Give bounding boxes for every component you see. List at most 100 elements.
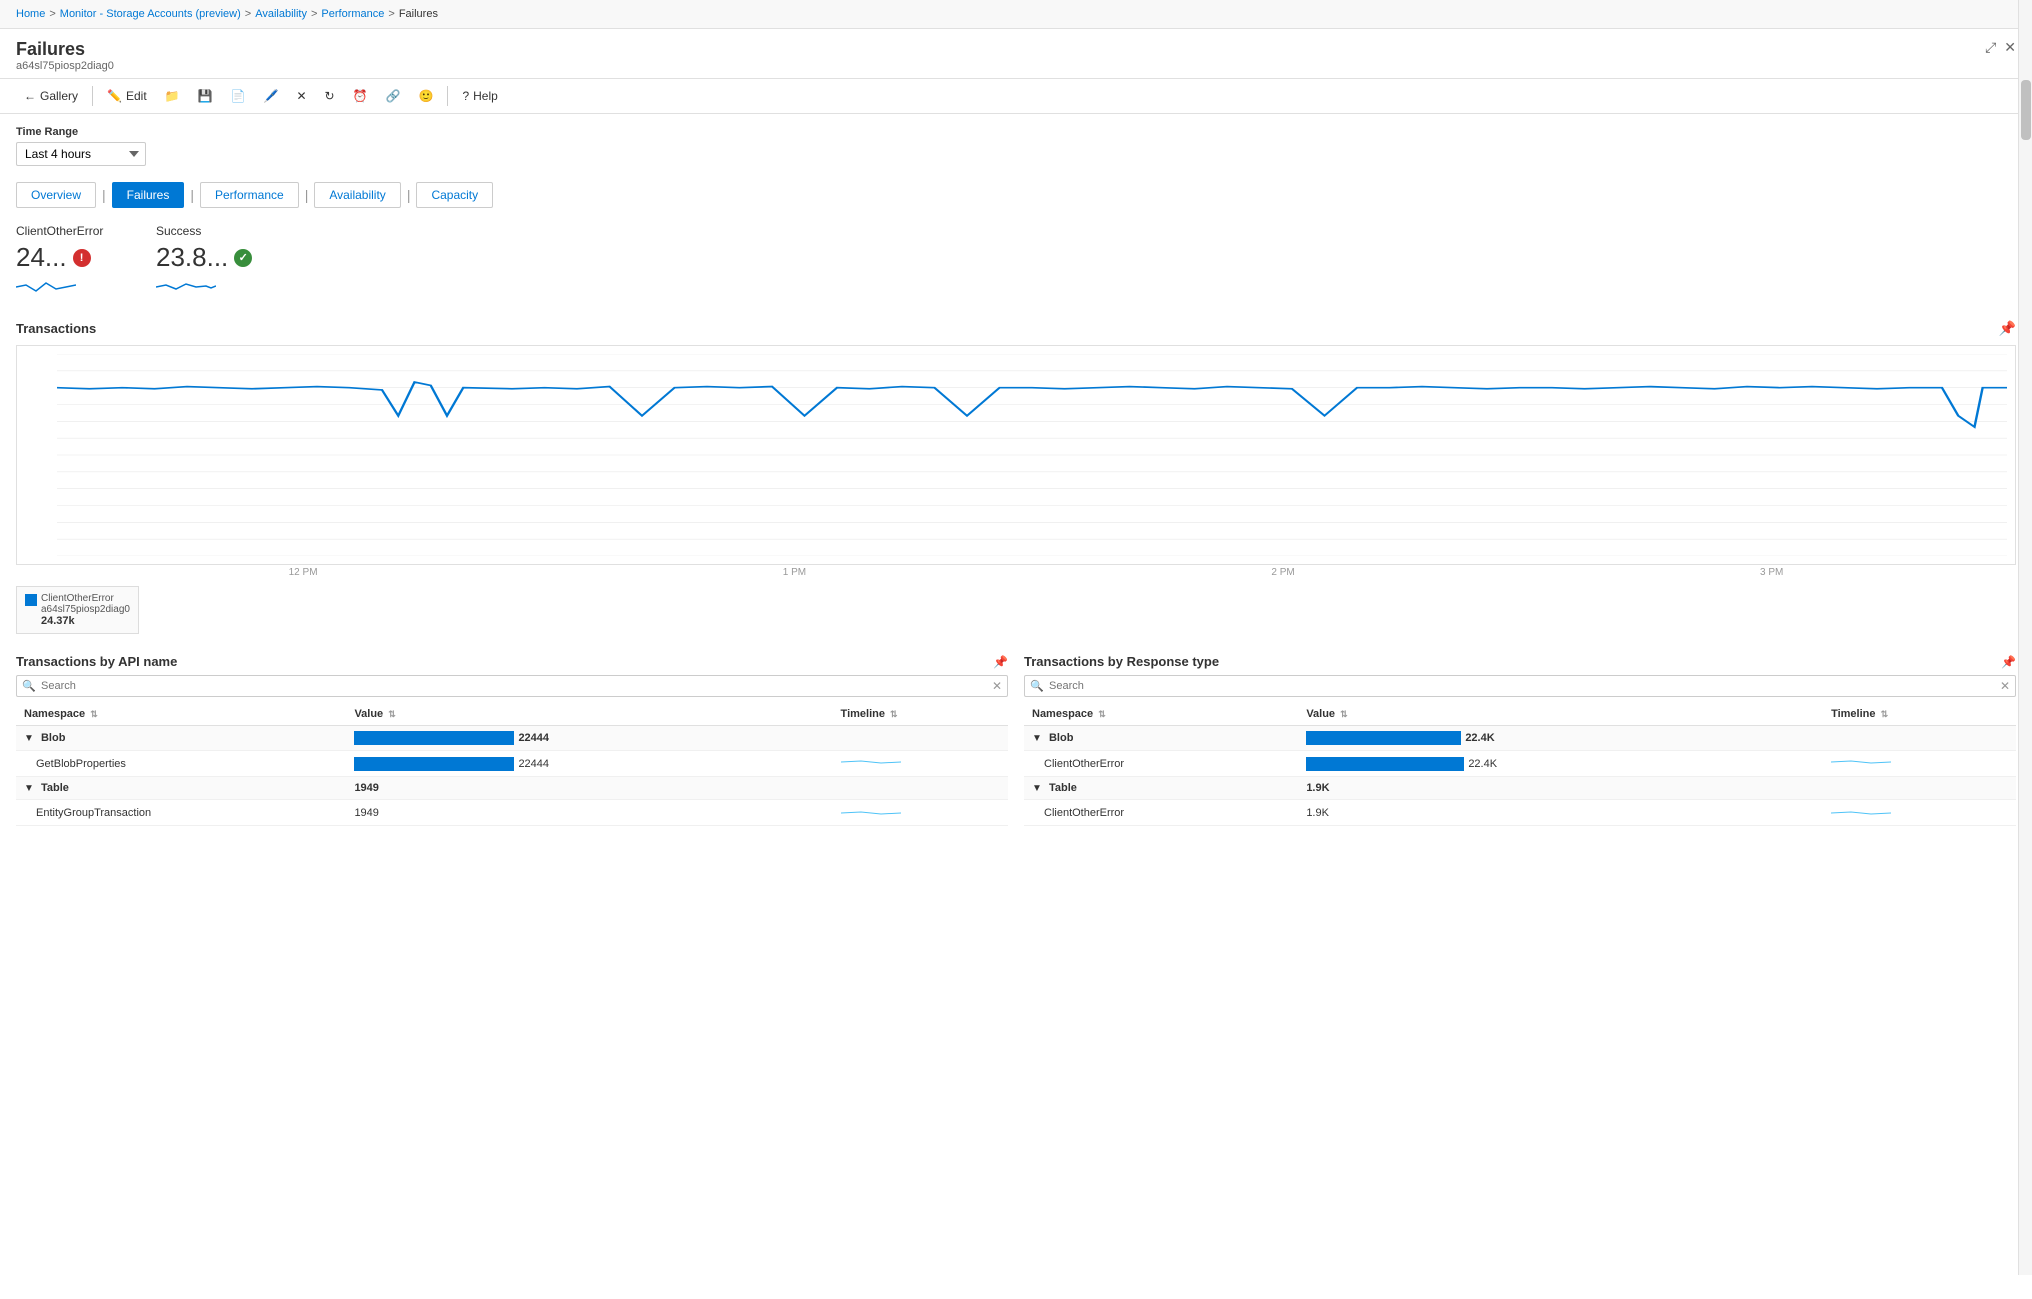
- search-icon: 🔍: [22, 680, 36, 693]
- expand-icon-table[interactable]: ▼: [24, 783, 34, 794]
- time-range-section: Time Range Last 1 hour Last 4 hours Last…: [16, 126, 2016, 166]
- bar-getblob: 22444: [354, 757, 824, 771]
- legend-sub: a64sl75piosp2diag0: [41, 604, 130, 615]
- bottom-tables: Transactions by API name 📌 🔍 ✕ Namespace…: [16, 654, 2016, 826]
- chart-pin-icon[interactable]: 📌: [1999, 320, 2016, 337]
- expand-icon-table-resp[interactable]: ▼: [1032, 783, 1042, 794]
- page-subtitle: a64sl75piosp2diag0: [16, 60, 114, 72]
- tab-performance[interactable]: Performance: [200, 182, 299, 208]
- col-value-resp[interactable]: Value ⇅: [1298, 703, 1823, 726]
- expand-icon-blob[interactable]: ▼: [24, 733, 34, 744]
- save-button[interactable]: 💾: [190, 85, 221, 107]
- bar-fill-blob: [354, 731, 514, 745]
- table-api-search-input[interactable]: [16, 675, 1008, 697]
- help-button[interactable]: ? Help: [454, 85, 505, 107]
- col-timeline-resp[interactable]: Timeline ⇅: [1823, 703, 2016, 726]
- table-row: EntityGroupTransaction 1949: [16, 800, 1008, 826]
- toolbar-separator2: [447, 86, 448, 106]
- gallery-button[interactable]: ← Gallery: [16, 85, 86, 107]
- chart-header: Transactions 📌: [16, 320, 2016, 337]
- tab-availability[interactable]: Availability: [314, 182, 400, 208]
- refresh-button[interactable]: ↻: [317, 85, 343, 107]
- refresh-icon: ↻: [325, 89, 335, 103]
- sparkline-error: [16, 277, 116, 300]
- x-label-1pm: 1 PM: [783, 567, 806, 578]
- saveas-button[interactable]: 📄: [223, 85, 254, 107]
- autorefresh-icon: ⏰: [353, 89, 368, 103]
- table-row: ▼ Table 1.9K: [1024, 777, 2016, 800]
- col-timeline[interactable]: Timeline ⇅: [833, 703, 1008, 726]
- sparkline-success-svg: [156, 277, 216, 297]
- pencil-button[interactable]: 🖊️: [256, 85, 287, 107]
- breadcrumb-performance[interactable]: Performance: [321, 8, 384, 20]
- col-namespace[interactable]: Namespace ⇅: [16, 703, 346, 726]
- table-row: ▼ Blob 22.4K: [1024, 726, 2016, 751]
- table-response-section: Transactions by Response type 📌 🔍 ✕ Name…: [1024, 654, 2016, 826]
- toolbar: ← Gallery ✏️ Edit 📁 💾 📄 🖊️ ✕ ↻ ⏰ 🔗 🙂 ? H…: [0, 78, 2032, 114]
- legend-value: 24.37k: [41, 615, 130, 627]
- timeline-sparkline-entity: [841, 805, 901, 817]
- table-response-search-box: 🔍 ✕: [1024, 675, 2016, 697]
- toolbar-separator: [92, 86, 93, 106]
- metric-clientothererror: ClientOtherError 24... !: [16, 224, 116, 300]
- close-icon[interactable]: ✕: [2004, 39, 2016, 56]
- table-api-pin[interactable]: 📌: [993, 655, 1008, 669]
- metric-label-error: ClientOtherError: [16, 224, 116, 238]
- transactions-chart: [57, 354, 2007, 556]
- share-icon: 🔗: [386, 89, 401, 103]
- scrollbar-thumb[interactable]: [2021, 80, 2031, 140]
- bar-clientother-resp: 22.4K: [1306, 757, 1815, 771]
- chart-wrapper: 120 110 100 90 80 70 60 50 40 30 20 10 0: [16, 345, 2016, 565]
- title-bar: Failures a64sl75piosp2diag0 ⤢ ✕: [0, 29, 2032, 78]
- share-button[interactable]: 🔗: [378, 85, 409, 107]
- table-row: ClientOtherError 1.9K: [1024, 800, 2016, 826]
- folder-icon: 📁: [165, 89, 180, 103]
- table-api: Namespace ⇅ Value ⇅ Timeline ⇅: [16, 703, 1008, 826]
- time-range-label: Time Range: [16, 126, 2016, 138]
- breadcrumb-availability[interactable]: Availability: [255, 8, 307, 20]
- table-row: ▼ Table 1949: [16, 777, 1008, 800]
- breadcrumb-monitor[interactable]: Monitor - Storage Accounts (preview): [60, 8, 241, 20]
- search-clear-icon-response[interactable]: ✕: [2000, 679, 2010, 693]
- table-response-header: Transactions by Response type 📌: [1024, 654, 2016, 669]
- sort-icon-ns-resp: ⇅: [1098, 709, 1106, 719]
- main-content: Time Range Last 1 hour Last 4 hours Last…: [0, 114, 2032, 1299]
- sparkline-error-svg: [16, 277, 76, 297]
- search-clear-icon[interactable]: ✕: [992, 679, 1002, 693]
- expand-icon-blob-resp[interactable]: ▼: [1032, 733, 1042, 744]
- breadcrumb-home[interactable]: Home: [16, 8, 45, 20]
- col-value[interactable]: Value ⇅: [346, 703, 832, 726]
- chart-canvas: [16, 345, 2016, 565]
- metric-label-success: Success: [156, 224, 256, 238]
- save-icon: 💾: [198, 89, 213, 103]
- sort-icon-val-resp: ⇅: [1340, 709, 1348, 719]
- pencil-icon: 🖊️: [264, 89, 279, 103]
- sort-icon-namespace: ⇅: [90, 709, 98, 719]
- legend-color-swatch: [25, 594, 37, 606]
- table-row: ▼ Blob 22444: [16, 726, 1008, 751]
- sort-icon-timeline: ⇅: [890, 709, 898, 719]
- bar-blob-resp: 22.4K: [1306, 731, 1815, 745]
- edit-button[interactable]: ✏️ Edit: [99, 85, 155, 107]
- discard-button[interactable]: ✕: [288, 85, 314, 107]
- folder-button[interactable]: 📁: [157, 85, 188, 107]
- help-icon: ?: [462, 89, 469, 103]
- page-title: Failures: [16, 39, 114, 60]
- table-response-search-input[interactable]: [1024, 675, 2016, 697]
- tab-capacity[interactable]: Capacity: [416, 182, 493, 208]
- chart-title: Transactions: [16, 321, 96, 336]
- smiley-button[interactable]: 🙂: [411, 85, 442, 107]
- back-icon: ←: [24, 89, 36, 103]
- time-range-select[interactable]: Last 1 hour Last 4 hours Last 12 hours L…: [16, 142, 146, 166]
- x-label-2pm: 2 PM: [1271, 567, 1294, 578]
- table-response-pin[interactable]: 📌: [2001, 655, 2016, 669]
- success-badge: ✓: [234, 249, 252, 267]
- tab-overview[interactable]: Overview: [16, 182, 96, 208]
- timeline-sparkline-getblob: [841, 756, 901, 768]
- chart-x-axis: 12 PM 1 PM 2 PM 3 PM: [16, 565, 2016, 578]
- tab-failures[interactable]: Failures: [112, 182, 185, 208]
- maximize-icon[interactable]: ⤢: [1985, 39, 1996, 56]
- col-namespace-resp[interactable]: Namespace ⇅: [1024, 703, 1298, 726]
- breadcrumb-current: Failures: [399, 8, 438, 20]
- autorefresh-button[interactable]: ⏰: [345, 85, 376, 107]
